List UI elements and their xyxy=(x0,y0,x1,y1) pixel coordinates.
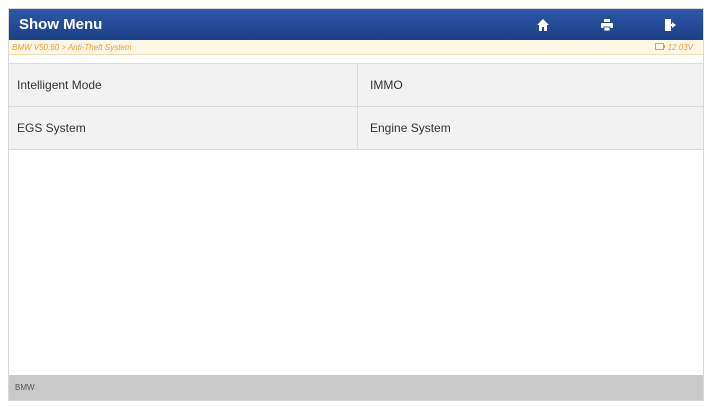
home-icon xyxy=(536,18,550,32)
voltage-value: 12.03V xyxy=(667,42,693,52)
battery-icon xyxy=(654,42,665,52)
breadcrumb: BMW V50.60 > Anti-Theft System xyxy=(12,42,132,52)
menu-item-intelligent-mode[interactable]: Intelligent Mode xyxy=(9,64,358,107)
status-footer: BMW xyxy=(9,375,703,400)
app-window: Show Menu BMW V50.60 > Anti-Theft System… xyxy=(8,8,704,401)
exit-icon xyxy=(664,18,678,32)
page-title: Show Menu xyxy=(19,16,103,33)
home-button[interactable] xyxy=(511,9,575,40)
footer-label: BMW xyxy=(15,383,35,392)
title-bar: Show Menu xyxy=(9,9,703,40)
info-bar: BMW V50.60 > Anti-Theft System 12.03V xyxy=(9,40,703,55)
menu-item-egs-system[interactable]: EGS System xyxy=(9,107,358,150)
menu-item-engine-system[interactable]: Engine System xyxy=(358,107,703,150)
print-button[interactable] xyxy=(575,9,639,40)
print-icon xyxy=(600,18,614,32)
menu-grid: Intelligent Mode IMMO EGS System Engine … xyxy=(9,63,703,150)
exit-button[interactable] xyxy=(639,9,703,40)
menu-item-immo[interactable]: IMMO xyxy=(358,64,703,107)
voltage-indicator: 12.03V xyxy=(654,42,693,52)
